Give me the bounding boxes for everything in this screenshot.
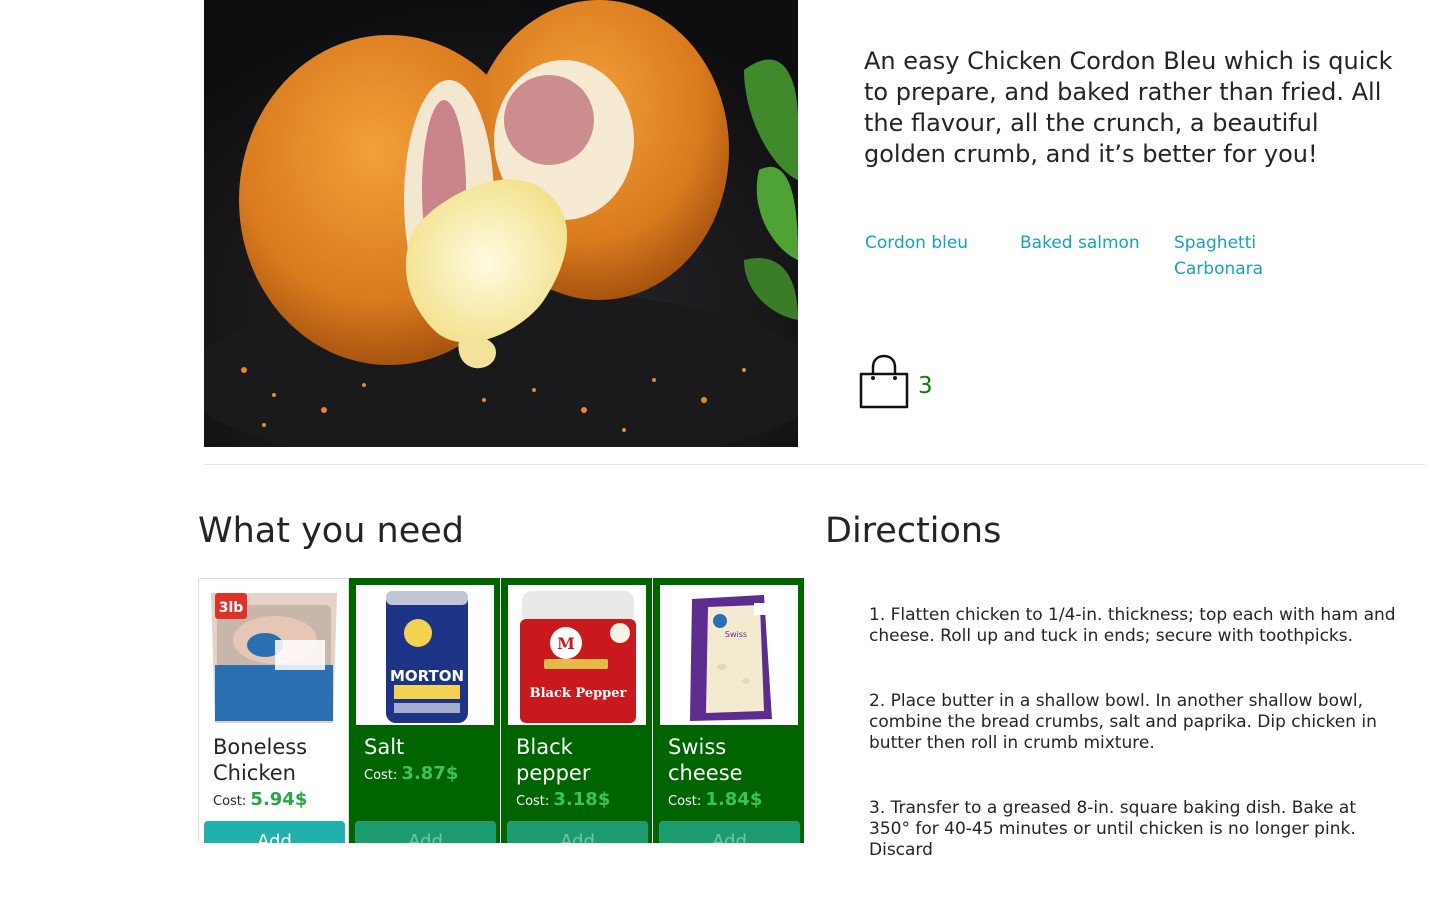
svg-text:M: M	[557, 634, 575, 653]
svg-text:Black Pepper: Black Pepper	[530, 686, 627, 701]
related-link-cordon-bleu[interactable]: Cordon bleu	[865, 230, 995, 256]
ingredient-cost: Cost: 5.94$	[213, 789, 308, 810]
shopping-bag-icon	[858, 354, 910, 414]
ingredient-card-salt[interactable]: MORTON Salt Cost: 3.87$ Add	[349, 578, 500, 843]
ingredient-image-black-pepper: M Black Pepper	[508, 585, 646, 725]
section-divider	[204, 464, 1425, 465]
direction-step: 2. Place butter in a shallow bowl. In an…	[869, 691, 1377, 753]
ingredient-cost: Cost: 3.87$	[364, 763, 459, 784]
ingredient-image-chicken: 3lb	[205, 585, 343, 725]
ingredient-image-salt: MORTON	[356, 585, 494, 725]
cart-button[interactable]: 3	[858, 354, 933, 414]
svg-text:MORTON: MORTON	[390, 667, 464, 685]
ingredient-price: 3.18$	[553, 789, 611, 810]
ingredient-list: 3lb Boneless Chicken Cost: 5.94$ Add MOR…	[198, 578, 805, 843]
ingredient-name: Salt	[364, 735, 405, 759]
ingredient-price: 1.84$	[705, 789, 763, 810]
direction-step: 1. Flatten chicken to 1/4-in. thickness;…	[869, 605, 1396, 646]
ingredient-price: 5.94$	[250, 789, 308, 810]
add-to-cart-button[interactable]: Add	[355, 821, 496, 843]
recipe-hero-image	[204, 0, 798, 447]
svg-text:Swiss: Swiss	[725, 630, 747, 639]
directions-heading: Directions	[825, 511, 1002, 551]
cordon-bleu-photo	[204, 0, 798, 447]
directions-list: 1. Flatten chicken to 1/4-in. thickness;…	[869, 605, 1399, 905]
ingredient-cost: Cost: 3.18$	[516, 789, 611, 810]
ingredient-cost: Cost: 1.84$	[668, 789, 763, 810]
what-you-need-heading: What you need	[198, 511, 464, 551]
ingredient-price: 3.87$	[401, 763, 459, 784]
ingredient-image-swiss-cheese: Swiss	[660, 585, 798, 725]
ingredient-name: Swiss cheese	[668, 735, 743, 785]
ingredient-name: Black pepper	[516, 735, 591, 785]
add-to-cart-button[interactable]: Add	[507, 821, 648, 843]
related-link-spaghetti-carbonara[interactable]: Spaghetti Carbonara	[1174, 230, 1284, 282]
cart-count: 3	[918, 373, 933, 399]
svg-text:3lb: 3lb	[219, 600, 244, 616]
ingredient-name: Boneless Chicken	[213, 735, 308, 785]
direction-step: 3. Transfer to a greased 8-in. square ba…	[869, 798, 1357, 860]
ingredient-card-black-pepper[interactable]: M Black Pepper Black pepper Cost: 3.18$ …	[501, 578, 652, 843]
add-to-cart-button[interactable]: Add	[659, 821, 800, 843]
related-link-baked-salmon[interactable]: Baked salmon	[1020, 230, 1150, 256]
ingredient-card-boneless-chicken[interactable]: 3lb Boneless Chicken Cost: 5.94$ Add	[198, 578, 349, 843]
add-to-cart-button[interactable]: Add	[204, 821, 345, 843]
recipe-description: An easy Chicken Cordon Bleu which is qui…	[864, 47, 1393, 168]
ingredient-card-swiss-cheese[interactable]: Swiss Swiss cheese Cost: 1.84$ Add	[653, 578, 804, 843]
